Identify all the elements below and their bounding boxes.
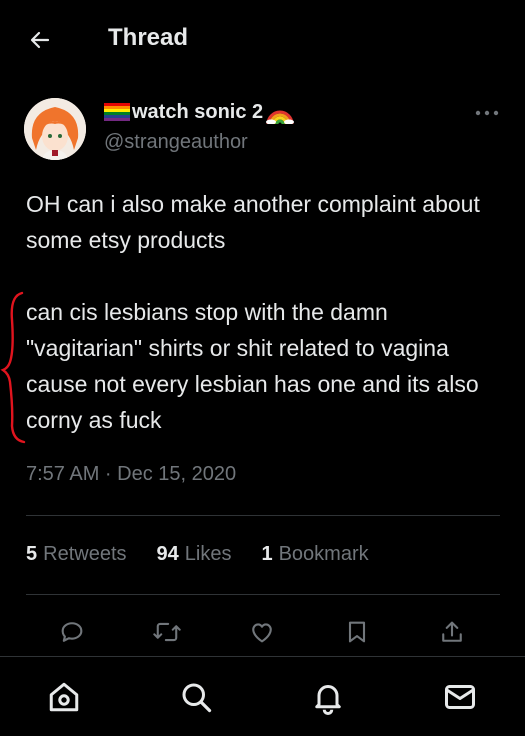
- more-dots-icon: [475, 110, 499, 116]
- reply-button[interactable]: [52, 612, 92, 652]
- nav-search[interactable]: [176, 677, 216, 717]
- like-button[interactable]: [242, 612, 282, 652]
- tweet-paragraph: OH can i also make another complaint abo…: [26, 191, 480, 253]
- likes-stat[interactable]: 94 Likes: [157, 543, 232, 566]
- bookmarks-label: Bookmark: [278, 543, 369, 565]
- tweet-timestamp[interactable]: 7:57 AM · Dec 15, 2020: [26, 463, 236, 486]
- divider: [26, 515, 500, 516]
- retweets-label: Retweets: [43, 543, 127, 565]
- tweet-paragraph: can cis lesbians stop with the damn "vag…: [26, 299, 479, 433]
- home-icon: [49, 682, 79, 712]
- bookmarks-stat[interactable]: 1 Bookmark: [261, 543, 368, 566]
- search-icon: [182, 683, 212, 713]
- tweet-body: OH can i also make another complaint abo…: [26, 186, 496, 438]
- arrow-left-icon: [30, 31, 50, 49]
- top-bar: Thread: [0, 0, 525, 80]
- bookmarks-count: 1: [261, 543, 273, 565]
- rainbow-icon: [266, 110, 295, 124]
- nav-home[interactable]: [44, 677, 84, 717]
- more-options-button[interactable]: [470, 100, 504, 126]
- reply-icon: [61, 622, 83, 642]
- retweet-button[interactable]: [147, 612, 187, 652]
- share-icon: [442, 621, 462, 642]
- likes-label: Likes: [184, 543, 232, 565]
- retweets-count: 5: [26, 543, 38, 565]
- like-icon: [252, 623, 272, 643]
- nav-notifications[interactable]: [308, 677, 348, 717]
- nav-messages[interactable]: [440, 677, 480, 717]
- bottom-navigation: [0, 656, 525, 736]
- engagement-stats: 5 Retweets 94 Likes 1 Bookmark: [26, 543, 369, 566]
- author-display-name[interactable]: watch sonic 2: [104, 100, 295, 124]
- author-handle[interactable]: @strangeauthor: [104, 131, 248, 154]
- retweets-stat[interactable]: 5 Retweets: [26, 543, 127, 566]
- display-name-text: watch sonic 2: [132, 100, 264, 123]
- red-bracket-annotation: [0, 291, 26, 444]
- avatar[interactable]: [24, 98, 86, 160]
- retweet-icon: [153, 622, 181, 642]
- bookmark-icon: [348, 621, 366, 643]
- tweet-actions: [0, 612, 525, 652]
- bookmark-button[interactable]: [337, 612, 377, 652]
- messages-icon: [445, 685, 475, 709]
- divider: [26, 594, 500, 595]
- rainbow-flag-icon: [104, 103, 130, 121]
- page-title: Thread: [108, 24, 189, 51]
- share-button[interactable]: [432, 612, 472, 652]
- likes-count: 94: [156, 543, 179, 565]
- notifications-icon: [315, 685, 341, 715]
- back-button[interactable]: [22, 22, 58, 58]
